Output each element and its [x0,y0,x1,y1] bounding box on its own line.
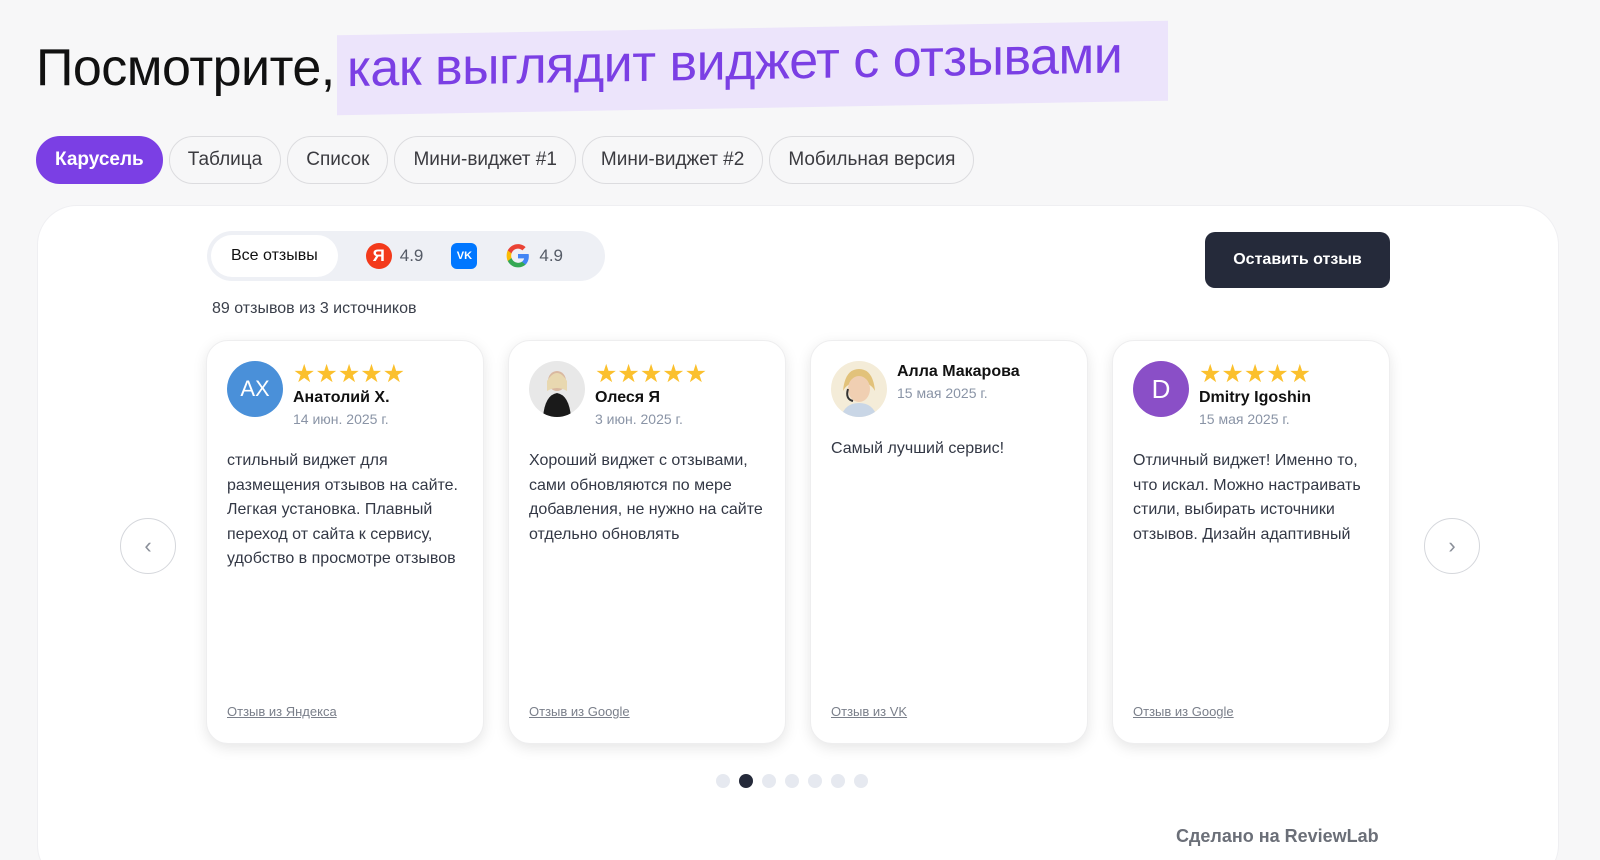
review-source-link[interactable]: Отзыв из Google [529,704,630,719]
chevron-left-icon: ‹ [144,533,152,558]
view-tabs: Карусель Таблица Список Мини-виджет #1 М… [36,136,975,184]
reviews-count: 89 отзывов из 3 источников [212,300,417,317]
google-rating: 4.9 [539,246,564,265]
review-card: Алла Макарова 15 мая 2025 г. Самый лучши… [810,340,1088,744]
review-source-link[interactable]: Отзыв из Яндекса [227,704,337,719]
vk-icon: VK [451,243,478,269]
tab-list[interactable]: Список [287,136,389,184]
review-cards: АХ ★★★★★ Анатолий Х. 14 июн. 2025 г. сти… [206,340,1390,744]
yandex-rating: 4.9 [399,246,424,265]
tab-mini-widget-2[interactable]: Мини-виджет #2 [581,136,764,184]
star-rating: ★★★★★ [1199,360,1312,388]
avatar-photo-icon [529,361,585,417]
headline-accent: как выглядит виджет с отзывами [336,20,1168,116]
filter-vk[interactable]: VK [451,243,478,269]
headline-plain: Посмотрите, [36,39,335,97]
pagination-dot[interactable] [716,774,730,788]
review-date: 15 мая 2025 г. [897,385,988,401]
review-source-link[interactable]: Отзыв из VK [831,704,907,719]
star-rating: ★★★★★ [595,360,708,388]
filter-google[interactable]: 4.9 [505,243,563,269]
filter-yandex[interactable]: Я 4.9 [365,243,424,269]
review-date: 15 мая 2025 г. [1199,411,1290,427]
carousel-pagination [716,774,868,788]
google-icon [507,244,530,268]
star-rating: ★★★★★ [293,360,406,388]
pagination-dot[interactable] [808,774,822,788]
tab-table[interactable]: Таблица [168,136,282,184]
reviewer-name: Анатолий Х. [293,389,390,406]
avatar: АХ [227,361,283,417]
filter-all-reviews[interactable]: Все отзывы [211,235,338,277]
review-source-link[interactable]: Отзыв из Google [1133,704,1234,719]
review-card: D ★★★★★ Dmitry Igoshin 15 мая 2025 г. От… [1112,340,1390,744]
pagination-dot[interactable] [739,774,753,788]
tab-mobile-version[interactable]: Мобильная версия [769,136,975,184]
made-with-credit: Сделано на ReviewLab [1176,826,1379,846]
chevron-right-icon: › [1448,533,1456,558]
pagination-dot[interactable] [854,774,868,788]
reviewer-name: Алла Макарова [897,363,1020,380]
source-filter: Все отзывы Я 4.9 VK 4.9 [207,231,605,281]
review-date: 14 июн. 2025 г. [293,411,389,427]
tab-carousel[interactable]: Карусель [36,136,163,184]
pagination-dot[interactable] [831,774,845,788]
reviewer-name: Dmitry Igoshin [1199,389,1312,406]
review-card: ★★★★★ Олеся Я 3 июн. 2025 г. Хороший вид… [508,340,786,744]
leave-review-button[interactable]: Оставить отзыв [1205,232,1390,288]
avatar: D [1133,361,1189,417]
avatar-photo-icon [831,361,887,417]
avatar [529,361,585,417]
review-text: Самый лучший сервис! [831,440,1005,457]
carousel-prev-button[interactable]: ‹ [120,518,176,574]
reviewer-name: Олеся Я [595,389,661,406]
carousel-next-button[interactable]: › [1424,518,1480,574]
review-date: 3 июн. 2025 г. [595,411,683,427]
pagination-dot[interactable] [762,774,776,788]
review-card: АХ ★★★★★ Анатолий Х. 14 июн. 2025 г. сти… [206,340,484,744]
tab-mini-widget-1[interactable]: Мини-виджет #1 [394,136,576,184]
pagination-dot[interactable] [785,774,799,788]
page-headline: Посмотрите, как выглядит виджет с отзыва… [36,20,1168,116]
yandex-icon: Я [365,243,392,269]
review-text: Хороший виджет с отзывами, сами обновляю… [529,452,763,543]
review-text: стильный виджет для размещения отзывов н… [227,452,458,567]
review-text: Отличный виджет! Именно то, что искал. М… [1133,452,1361,543]
avatar [831,361,887,417]
